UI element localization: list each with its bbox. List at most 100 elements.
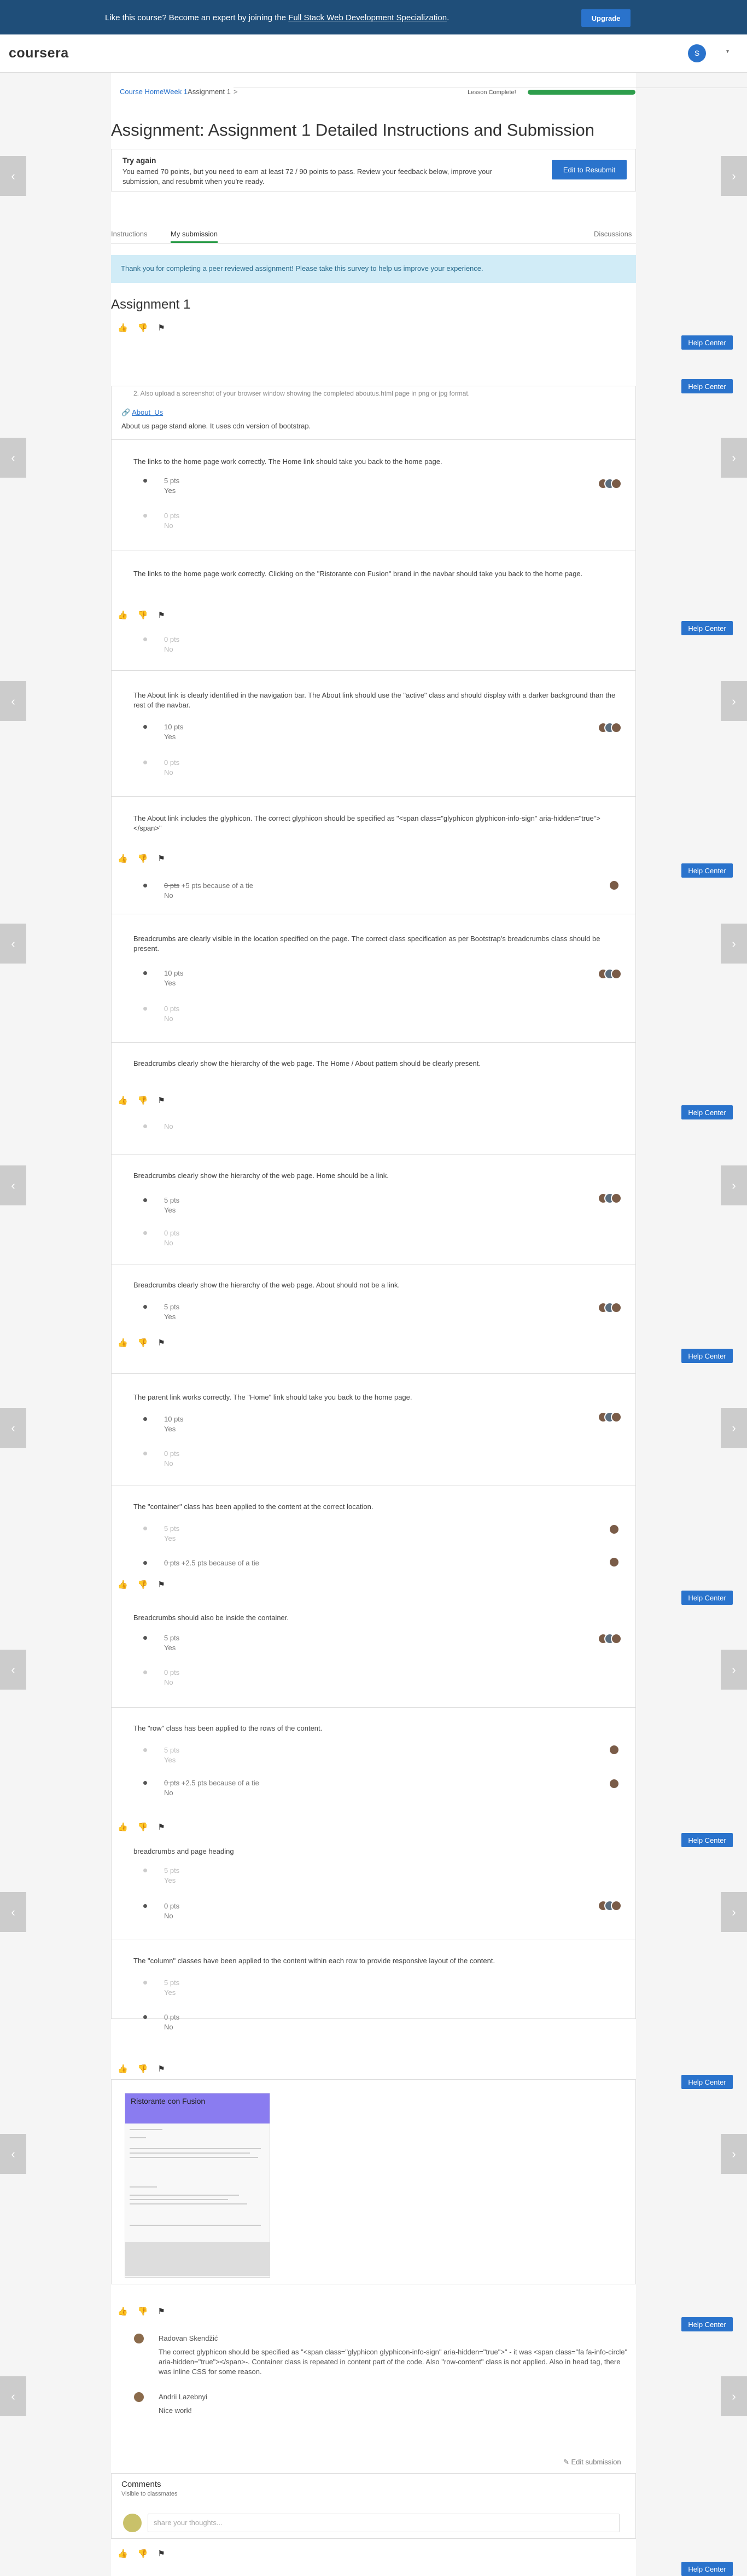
previous-arrow-icon[interactable]: ‹: [0, 1650, 26, 1690]
help-center-button[interactable]: Help Center: [681, 863, 733, 878]
next-arrow-icon[interactable]: ›: [721, 2134, 747, 2174]
feedback-author: Radovan Skendžić: [159, 2334, 218, 2342]
help-center-button[interactable]: Help Center: [681, 1349, 733, 1363]
thumbs-down-icon[interactable]: 👎: [138, 1580, 148, 1589]
next-arrow-icon[interactable]: ›: [721, 1892, 747, 1932]
flag-icon[interactable]: ⚑: [157, 1580, 165, 1589]
edit-to-resubmit-button[interactable]: Edit to Resubmit: [552, 160, 627, 179]
help-center-button[interactable]: Help Center: [681, 2075, 733, 2089]
criterion-text: The About link is clearly identified in …: [133, 691, 616, 709]
feedback-author: Andrii Lazebnyi: [159, 2393, 207, 2401]
feedback-text: The correct glyphicon should be specifie…: [159, 2348, 628, 2376]
thumbs-down-icon[interactable]: 👎: [138, 1338, 148, 1348]
help-center-button[interactable]: Help Center: [681, 335, 733, 350]
previous-arrow-icon[interactable]: ‹: [0, 1892, 26, 1932]
user-avatar[interactable]: S: [688, 44, 706, 62]
thumbs-up-icon[interactable]: 👍: [118, 2306, 128, 2316]
help-center-button[interactable]: Help Center: [681, 1591, 733, 1605]
thumbs-down-icon[interactable]: 👎: [138, 854, 148, 863]
help-center-button[interactable]: Help Center: [681, 621, 733, 635]
criterion-text: Breadcrumbs clearly show the hierarchy o…: [133, 1059, 481, 1067]
reviewer-avatar: [609, 1778, 620, 1789]
flag-icon[interactable]: ⚑: [157, 1822, 165, 1832]
comment-input[interactable]: share your thoughts...: [148, 2514, 620, 2532]
help-center-button[interactable]: Help Center: [681, 2562, 733, 2576]
thumbs-down-icon[interactable]: 👎: [138, 1095, 148, 1105]
chevron-down-icon[interactable]: ▾: [726, 49, 729, 55]
thumbs-up-icon[interactable]: 👍: [118, 610, 128, 620]
breadcrumb: Course Home>Week 1>Assignment 1: [120, 88, 747, 96]
comments-subtitle: Visible to classmates: [121, 2491, 178, 2497]
reaction-toolbar: 👍 👎 ⚑: [118, 1822, 175, 1832]
next-arrow-icon[interactable]: ›: [721, 681, 747, 721]
thumbs-up-icon[interactable]: 👍: [118, 2064, 128, 2074]
tab-instructions[interactable]: Instructions: [111, 230, 147, 238]
previous-arrow-icon[interactable]: ‹: [0, 2134, 26, 2174]
thumbs-up-icon[interactable]: 👍: [118, 323, 128, 333]
next-arrow-icon[interactable]: ›: [721, 1165, 747, 1205]
criterion-text: Breadcrumbs should also be inside the co…: [133, 1614, 289, 1622]
breadcrumb-home[interactable]: Course Home: [120, 88, 164, 96]
next-arrow-icon[interactable]: ›: [721, 156, 747, 196]
thumbs-down-icon[interactable]: 👎: [138, 610, 148, 620]
help-center-button[interactable]: Help Center: [681, 1105, 733, 1119]
tab-my-submission[interactable]: My submission: [171, 230, 218, 243]
thumbs-down-icon[interactable]: 👎: [138, 323, 148, 333]
lesson-progress-bar: [528, 90, 635, 95]
previous-arrow-icon[interactable]: ‹: [0, 438, 26, 478]
file-link[interactable]: About_Us: [132, 408, 163, 416]
previous-arrow-icon[interactable]: ‹: [0, 1165, 26, 1205]
flag-icon[interactable]: ⚑: [157, 2064, 165, 2074]
tab-discussions[interactable]: Discussions: [594, 230, 632, 238]
previous-arrow-icon[interactable]: ‹: [0, 924, 26, 964]
help-center-button[interactable]: Help Center: [681, 1833, 733, 1847]
flag-icon[interactable]: ⚑: [157, 2306, 165, 2316]
thumbs-up-icon[interactable]: 👍: [118, 1580, 128, 1589]
flag-icon[interactable]: ⚑: [157, 610, 165, 620]
thumbs-up-icon[interactable]: 👍: [118, 1822, 128, 1832]
next-arrow-icon[interactable]: ›: [721, 2376, 747, 2416]
previous-arrow-icon[interactable]: ‹: [0, 681, 26, 721]
next-arrow-icon[interactable]: ›: [721, 438, 747, 478]
flag-icon[interactable]: ⚑: [157, 2549, 165, 2558]
reaction-toolbar: 👍 👎 ⚑: [118, 1338, 175, 1348]
next-arrow-icon[interactable]: ›: [721, 1650, 747, 1690]
reviewer-avatar: [609, 1744, 620, 1755]
coursera-logo[interactable]: coursera: [9, 45, 69, 61]
thumbs-down-icon[interactable]: 👎: [138, 2306, 148, 2316]
flag-icon[interactable]: ⚑: [157, 854, 165, 863]
criterion-text: Breadcrumbs are clearly visible in the l…: [133, 935, 600, 953]
submission-screenshot[interactable]: Ristorante con Fusion: [125, 2093, 270, 2278]
file-attachment[interactable]: 🔗 About_Us: [121, 408, 614, 417]
edit-submission-link[interactable]: ✎ Edit submission: [563, 2458, 621, 2467]
page-title: Assignment: Assignment 1 Detailed Instru…: [111, 120, 594, 140]
try-again-heading: Try again: [122, 156, 156, 165]
next-arrow-icon[interactable]: ›: [721, 1408, 747, 1448]
flag-icon[interactable]: ⚑: [157, 1338, 165, 1348]
help-center-button[interactable]: Help Center: [681, 379, 733, 393]
thumbs-up-icon[interactable]: 👍: [118, 854, 128, 863]
flag-icon[interactable]: ⚑: [157, 1095, 165, 1105]
help-center-button[interactable]: Help Center: [681, 2317, 733, 2331]
thumbs-down-icon[interactable]: 👎: [138, 2064, 148, 2074]
breadcrumb-week[interactable]: Week 1: [164, 88, 188, 96]
thumbs-down-icon[interactable]: 👎: [138, 1822, 148, 1832]
flag-icon[interactable]: ⚑: [157, 323, 165, 333]
reviewer-avatar: [611, 1633, 622, 1644]
criterion-text: The links to the home page work correctl…: [133, 457, 442, 466]
specialization-link[interactable]: Full Stack Web Development Specializatio…: [288, 13, 447, 22]
section-title: Assignment 1: [111, 297, 191, 312]
upgrade-banner: Like this course? Become an expert by jo…: [0, 0, 747, 34]
try-again-body: You earned 70 points, but you need to ea…: [122, 167, 492, 185]
previous-arrow-icon[interactable]: ‹: [0, 1408, 26, 1448]
previous-arrow-icon[interactable]: ‹: [0, 2376, 26, 2416]
thumbs-up-icon[interactable]: 👍: [118, 1095, 128, 1105]
upgrade-button[interactable]: Upgrade: [581, 9, 631, 27]
try-again-box: Try again You earned 70 points, but you …: [111, 149, 636, 192]
thumbs-up-icon[interactable]: 👍: [118, 1338, 128, 1348]
next-arrow-icon[interactable]: ›: [721, 924, 747, 964]
previous-arrow-icon[interactable]: ‹: [0, 156, 26, 196]
reaction-toolbar: 👍 👎 ⚑: [118, 2306, 175, 2316]
thumbs-down-icon[interactable]: 👎: [138, 2549, 148, 2558]
thumbs-up-icon[interactable]: 👍: [118, 2549, 128, 2558]
